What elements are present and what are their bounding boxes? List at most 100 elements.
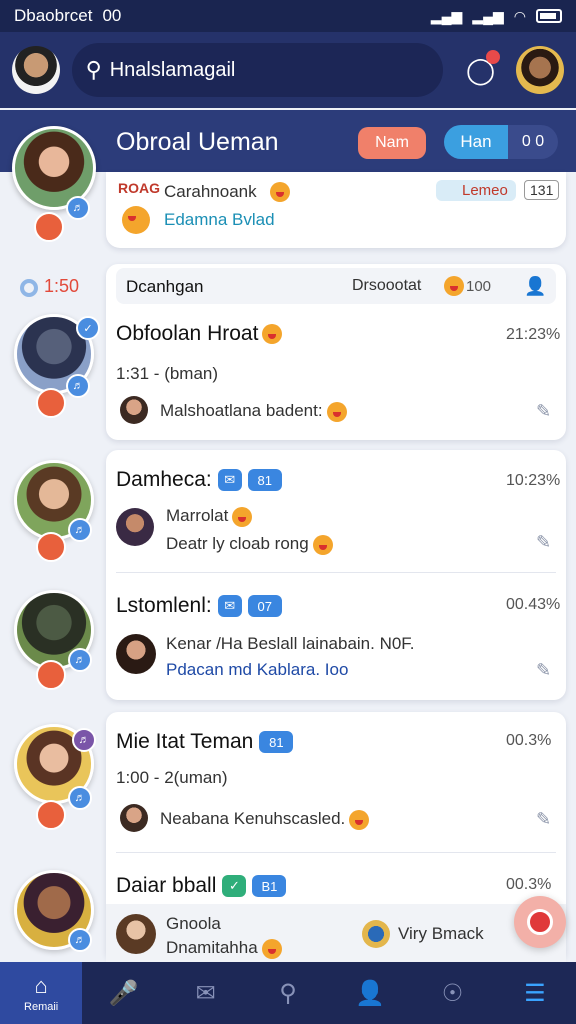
contact-avatar[interactable]: [516, 46, 564, 94]
mini-avatar: [116, 508, 154, 546]
nav-explore[interactable]: ☉: [411, 962, 493, 1024]
chat-time: 00.43%: [506, 596, 561, 613]
chat-time: 00.3%: [506, 732, 552, 749]
emoji-icon: [326, 401, 347, 422]
sticker-badge: [36, 388, 66, 418]
segmented-toggle[interactable]: Han 0 0: [444, 125, 558, 159]
chat-title: Damheca: ✉ 81: [116, 468, 282, 492]
nav-menu[interactable]: ☰: [494, 962, 576, 1024]
profile-avatar[interactable]: [12, 46, 60, 94]
nav-home[interactable]: ⌂ Remaii: [0, 962, 83, 1024]
signal-icon: ▂▄▆: [430, 7, 463, 24]
divider: [116, 572, 556, 573]
status-bar: Dbaobrcet 00 ▂▄▆ ▂▄▆ ◠: [0, 0, 576, 32]
count-badge: 81: [259, 731, 294, 754]
toggle-option-b[interactable]: 0 0: [508, 125, 558, 159]
wifi-icon: ◠: [513, 7, 526, 24]
section-name: Dcanhgan: [126, 277, 204, 296]
emoji-icon: [349, 809, 370, 830]
verified-icon: ♬: [66, 196, 90, 220]
message-icon: ✉: [217, 469, 242, 492]
chat-subtitle: 1:00 - 2(uman): [116, 768, 228, 787]
mini-avatar: [120, 396, 148, 424]
compass-icon: ☉: [441, 979, 464, 1007]
count-badge: 81: [247, 469, 282, 492]
pinned-tag[interactable]: Lemeo: [436, 180, 516, 201]
nav-profile[interactable]: 👤: [329, 962, 411, 1024]
globe-icon: [362, 920, 390, 948]
pinned-line2: Edamna Bvlad: [164, 210, 275, 229]
verified-icon: ♬: [72, 728, 96, 752]
chat-preview: Malshoatlana badent:: [160, 401, 347, 422]
search-icon: ⚲: [85, 57, 102, 82]
emoji-icon: [232, 506, 253, 527]
mini-avatar: [120, 804, 148, 832]
nav-mic[interactable]: 🎤: [82, 962, 164, 1024]
search-input[interactable]: Hnalslamagail: [110, 59, 236, 82]
sticker-badge: [36, 660, 66, 690]
chat-subtitle: Gnoola: [166, 914, 221, 933]
chat-bubble-icon[interactable]: ◯: [463, 50, 501, 88]
add-contact-icon[interactable]: 👤: [524, 276, 546, 297]
pinned-count: 131: [524, 180, 560, 200]
chat-title: Mie Itat Teman 81: [116, 730, 294, 754]
status-time: 00: [102, 6, 122, 25]
chat-preview: Dnamitahha: [166, 938, 282, 959]
status-left-text: Dbaobrcet: [14, 6, 93, 25]
chat-title: Lstomlenl: ✉ 07: [116, 594, 282, 618]
sticker-badge: [34, 212, 64, 242]
mini-avatar: [116, 634, 156, 674]
section-meta-count: 100: [466, 278, 492, 295]
search-bar[interactable]: ⚲ Hnalslamagail: [71, 43, 443, 97]
compose-button[interactable]: [514, 896, 566, 948]
chat-subtitle: 1:31 - (bman): [116, 364, 219, 383]
page-title: Obroal Ueman: [116, 128, 279, 156]
verified-icon: ♬: [68, 648, 92, 672]
chat-time: 10:23%: [506, 472, 561, 489]
chat-title: Obfoolan Hroat: [116, 322, 283, 346]
message-icon: ✉: [195, 979, 216, 1007]
top-app-bar: ⚲ Hnalslamagail ◯: [0, 32, 576, 108]
nav-search[interactable]: ⚲: [247, 962, 329, 1024]
section-meta: Drsoootat: [352, 277, 422, 294]
chat-extra: Viry Bmack: [398, 924, 484, 943]
section-time: 1:50: [44, 276, 80, 296]
pinned-tag-icon: ROAG: [118, 180, 160, 196]
verified-check-icon: ✓: [222, 875, 247, 898]
edit-icon[interactable]: ✎: [536, 532, 556, 552]
sticker-badge: [36, 800, 66, 830]
mini-avatar: [116, 914, 156, 954]
emoji-icon: [122, 206, 150, 234]
notification-dot: [486, 50, 501, 64]
verified-icon: ♬: [68, 928, 92, 952]
edit-icon[interactable]: ✎: [536, 660, 556, 680]
chat-title: Daiar bball ✓ B1: [116, 874, 287, 898]
verified-icon: ✓: [76, 316, 100, 340]
pinned-line1: Carahnoank: [164, 182, 257, 201]
toggle-option-a[interactable]: Han: [444, 125, 508, 159]
sticker-badge: [36, 532, 66, 562]
nav-messages[interactable]: ✉: [165, 962, 247, 1024]
emoji-icon: [444, 276, 464, 296]
microphone-icon: 🎤: [108, 979, 139, 1007]
search-icon: ⚲: [279, 979, 297, 1007]
chat-time: 00.3%: [506, 876, 552, 893]
section-status-ring: [20, 279, 38, 297]
record-icon: [527, 909, 553, 935]
filter-pill[interactable]: Nam: [358, 127, 426, 159]
verified-icon: ♬: [68, 786, 92, 810]
edit-icon[interactable]: ✎: [536, 401, 556, 421]
count-badge: 07: [247, 595, 282, 618]
person-icon: 👤: [355, 979, 386, 1007]
emoji-icon: [262, 324, 283, 345]
pinned-card[interactable]: ROAG Carahnoank Edamna Bvlad Lemeo 131: [106, 172, 566, 248]
chat-preview: Deatr ly cloab rong: [166, 534, 333, 555]
nav-home-label: Remaii: [24, 1001, 59, 1013]
chat-subtitle: Marrolat: [166, 506, 253, 527]
bottom-nav: ⌂ Remaii 🎤 ✉ ⚲ 👤 ☉ ☰: [0, 962, 576, 1024]
signal-icon-2: ▂▄▆: [472, 7, 504, 24]
battery-icon: [536, 9, 562, 23]
emoji-icon: [270, 182, 290, 202]
chat-preview: Pdacan md Kablara. Ioo: [166, 660, 349, 679]
edit-icon[interactable]: ✎: [536, 809, 556, 829]
